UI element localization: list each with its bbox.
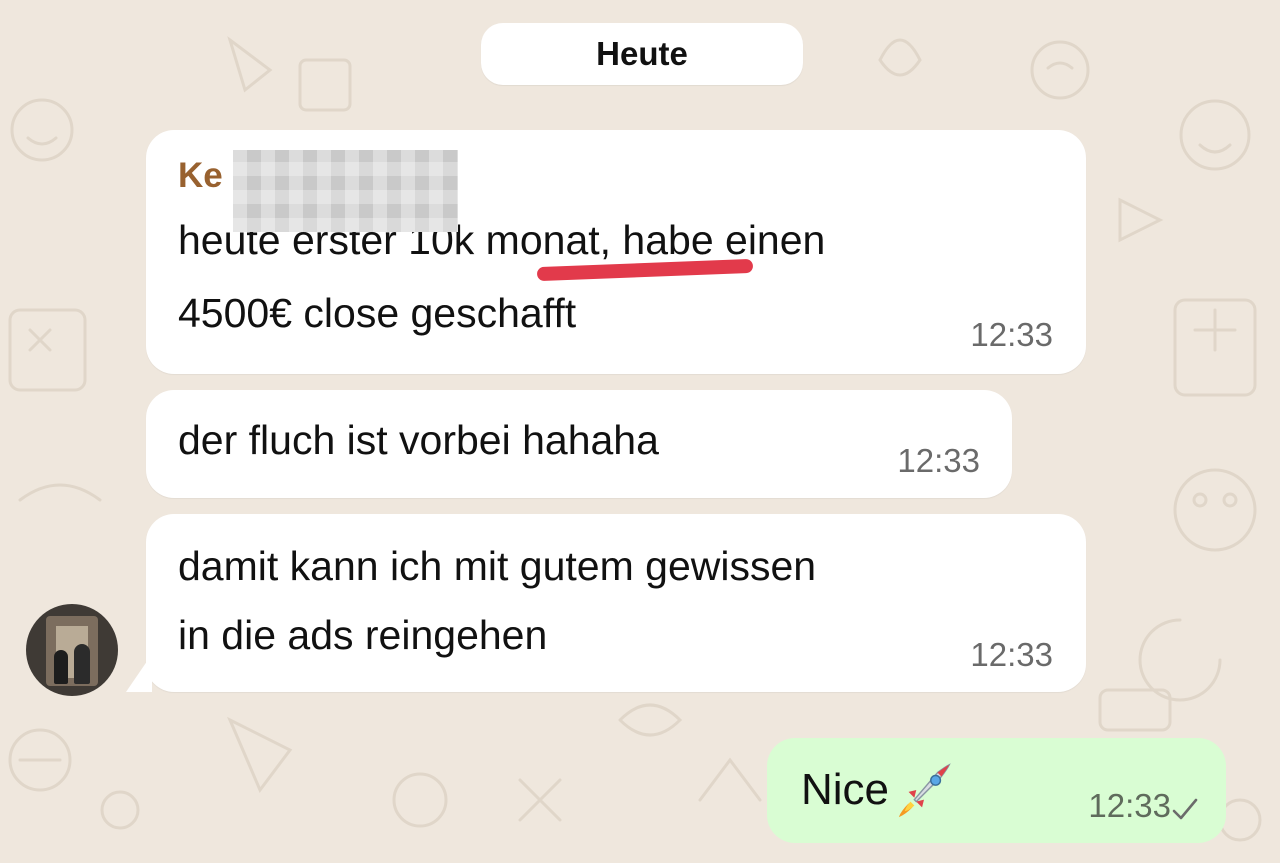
message-text-line: der fluch ist vorbei hahaha	[178, 417, 659, 463]
sender-name-text: Ke	[178, 156, 223, 195]
message-text: Nice	[801, 765, 890, 814]
bubble-tail	[126, 654, 152, 692]
sent-check-icon	[1172, 798, 1198, 820]
message-timestamp: 12:33	[897, 442, 980, 479]
rocket-icon	[898, 763, 951, 818]
chat-view: Heute Ke heute erster 10k monat, habe ei…	[0, 0, 1280, 863]
message-timestamp: 12:33	[1088, 787, 1171, 824]
pixelated-redaction	[233, 150, 458, 232]
outgoing-message-bubble[interactable]: Nice 12:33	[767, 738, 1226, 843]
sender-name[interactable]: Ke	[178, 150, 1052, 232]
message-timestamp: 12:33	[970, 636, 1053, 673]
message-timestamp: 12:33	[970, 316, 1053, 353]
sender-avatar[interactable]	[26, 604, 118, 696]
incoming-message-bubble[interactable]: der fluch ist vorbei hahaha 12:33	[146, 390, 1012, 498]
message-text-line: in die ads reingehen	[178, 612, 548, 658]
message-text-line: damit kann ich mit gutem gewissen	[178, 543, 817, 589]
date-separator: Heute	[481, 23, 803, 85]
incoming-message-bubble[interactable]: Ke heute erster 10k monat, habe einen 45…	[146, 130, 1086, 374]
incoming-message-bubble[interactable]: damit kann ich mit gutem gewissen in die…	[146, 514, 1086, 692]
message-text-line: 4500€ close geschafft	[178, 290, 577, 336]
